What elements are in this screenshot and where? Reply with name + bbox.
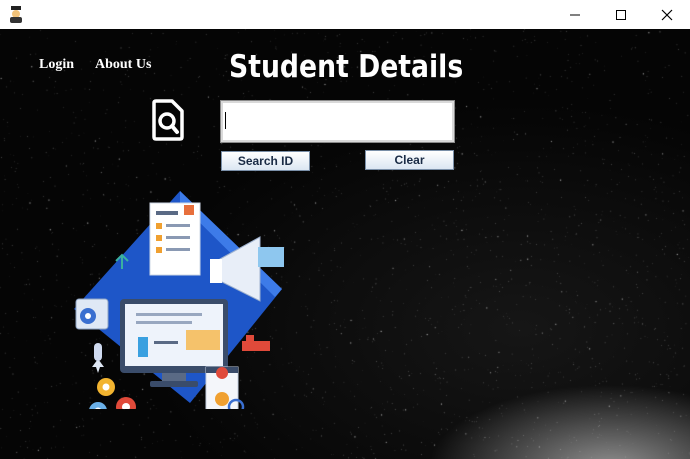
text-caret	[225, 112, 226, 129]
page-title: Student Details	[229, 49, 464, 85]
document-search-icon	[152, 99, 184, 141]
education-illustration	[74, 191, 284, 409]
search-id-button[interactable]: Search ID	[221, 151, 310, 171]
maximize-button[interactable]	[598, 0, 644, 29]
about-us-link[interactable]: About Us	[95, 57, 151, 73]
search-id-input[interactable]	[223, 103, 452, 140]
close-icon	[661, 9, 673, 20]
minimize-icon	[570, 14, 580, 15]
clear-button[interactable]: Clear	[365, 150, 454, 170]
main-panel: Login About Us Student Details Search ID…	[0, 29, 690, 459]
close-button[interactable]	[644, 0, 690, 29]
title-bar	[0, 0, 690, 29]
app-icon	[10, 6, 22, 23]
login-link[interactable]: Login	[39, 57, 74, 73]
maximize-icon	[616, 9, 626, 20]
search-field-frame	[220, 100, 455, 143]
minimize-button[interactable]	[552, 0, 598, 29]
